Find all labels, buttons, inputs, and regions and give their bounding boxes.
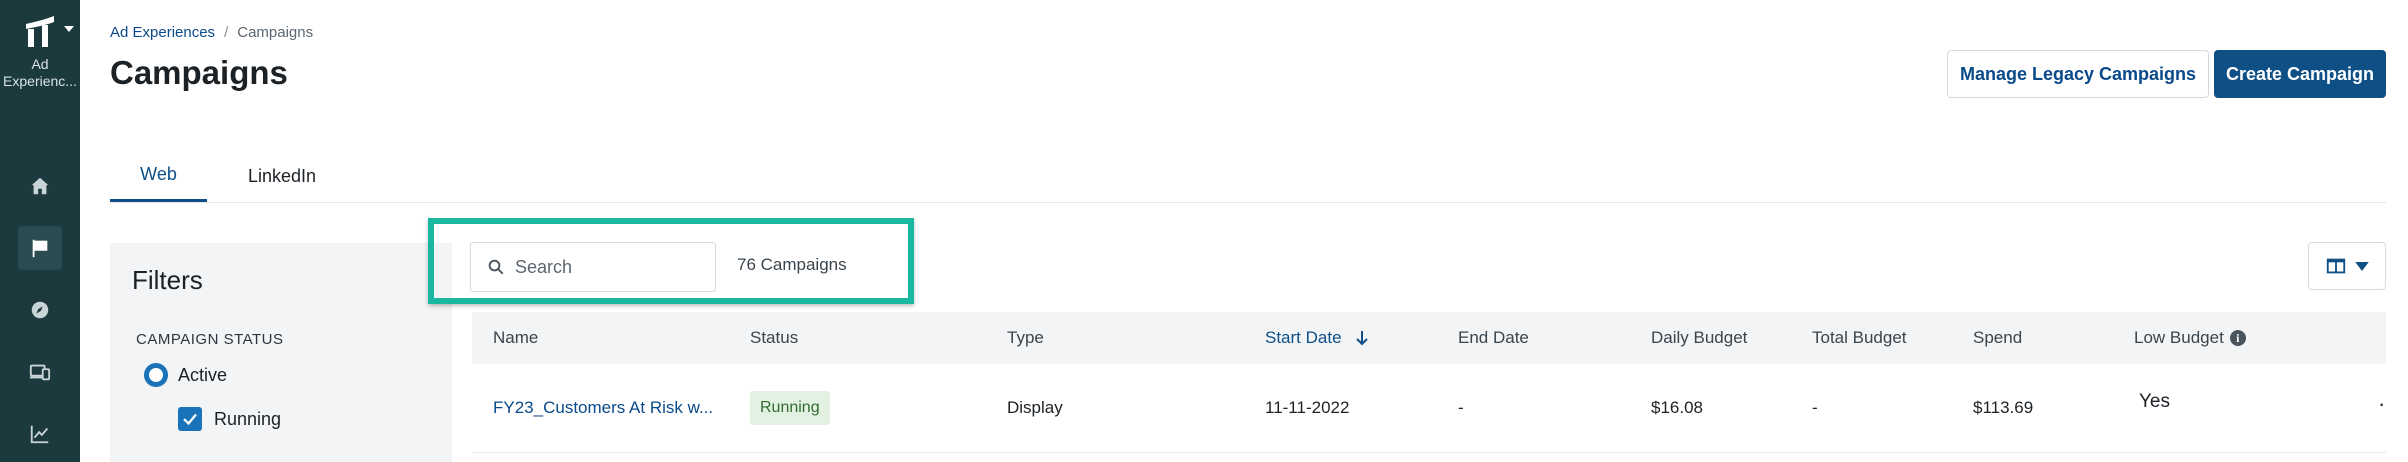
app-rail: Ad Experienc... <box>0 0 80 462</box>
checkmark-icon <box>183 413 197 426</box>
sort-descending-icon <box>1355 331 1368 346</box>
rail-item-campaigns[interactable] <box>18 226 62 270</box>
filters-title: Filters <box>132 265 203 295</box>
status-running-option[interactable]: Running <box>178 407 281 431</box>
running-checkbox[interactable] <box>178 407 202 431</box>
column-header-type[interactable]: Type <box>1007 312 1044 364</box>
column-header-name[interactable]: Name <box>493 312 538 364</box>
campaign-status-heading: CAMPAIGN STATUS <box>136 331 284 348</box>
app-label-line1: Ad <box>31 56 49 72</box>
table-row[interactable]: FY23_Customers At Risk w... Running Disp… <box>472 364 2386 453</box>
app-logo-icon[interactable] <box>22 14 58 50</box>
tab-web[interactable]: Web <box>110 150 207 202</box>
cell-daily-budget: $16.08 <box>1651 398 1703 417</box>
cell-type: Display <box>1007 398 1063 417</box>
flag-icon <box>32 239 48 258</box>
info-icon[interactable]: i <box>2229 330 2246 346</box>
cell-status: Running <box>750 364 830 452</box>
column-header-spend[interactable]: Spend <box>1973 312 2022 364</box>
chevron-down-icon <box>2355 261 2369 271</box>
app-label-line2: Experienc... <box>3 73 77 89</box>
breadcrumb-link-ad-experiences[interactable]: Ad Experiences <box>110 24 215 41</box>
start-date-label: Start Date <box>1265 328 1342 347</box>
home-icon <box>31 177 49 195</box>
breadcrumb-separator: / <box>224 24 229 41</box>
breadcrumb: Ad Experiences / Campaigns <box>110 24 313 41</box>
create-campaign-button[interactable]: Create Campaign <box>2214 50 2386 98</box>
rail-item-devices[interactable] <box>18 350 62 394</box>
chart-icon <box>30 425 49 444</box>
manage-legacy-campaigns-button[interactable]: Manage Legacy Campaigns <box>1947 50 2209 98</box>
columns-icon <box>2326 258 2346 274</box>
column-header-low-budget[interactable]: Low Budget i <box>2134 312 2246 364</box>
running-checkbox-label: Running <box>214 408 282 429</box>
low-budget-label: Low Budget <box>2134 328 2224 347</box>
column-settings-button[interactable] <box>2308 242 2386 290</box>
app-switcher-label[interactable]: Ad Experienc... <box>0 56 80 90</box>
column-header-daily-budget[interactable]: Daily Budget <box>1651 312 1747 364</box>
search-input[interactable] <box>513 255 707 279</box>
search-field[interactable] <box>470 242 716 292</box>
campaign-name-link[interactable]: FY23_Customers At Risk w... <box>493 398 713 418</box>
cell-end-date: - <box>1458 398 1464 417</box>
cell-spend: $113.69 <box>1973 398 2034 417</box>
app-switcher-chevron-icon[interactable] <box>64 26 74 32</box>
rail-item-analytics[interactable] <box>18 412 62 456</box>
rail-item-explore[interactable] <box>18 288 62 332</box>
tab-linkedin[interactable]: LinkedIn <box>227 150 337 202</box>
campaign-count: 76 Campaigns <box>737 255 847 274</box>
table-header: Name Status Type Start Date End Date Dai… <box>472 312 2386 364</box>
cell-name: FY23_Customers At Risk w... <box>493 364 713 452</box>
cell-start-date: 11-11-2022 <box>1265 398 1350 417</box>
channel-tabs: Web LinkedIn <box>110 150 2386 203</box>
rail-item-home[interactable] <box>18 164 62 208</box>
column-header-end-date[interactable]: End Date <box>1458 312 1529 364</box>
column-header-total-budget[interactable]: Total Budget <box>1812 312 1907 364</box>
devices-icon <box>29 364 51 381</box>
status-active-option[interactable]: Active <box>144 363 227 387</box>
cell-low-budget: Yes <box>2139 391 2170 412</box>
search-icon <box>488 259 504 275</box>
breadcrumb-current: Campaigns <box>237 24 314 41</box>
filters-panel: Filters CAMPAIGN STATUS Active Running <box>110 243 452 462</box>
active-radio-label: Active <box>178 364 228 385</box>
active-radio[interactable] <box>144 363 168 387</box>
column-header-start-date[interactable]: Start Date <box>1265 312 1368 364</box>
column-header-status[interactable]: Status <box>750 312 798 364</box>
status-badge: Running <box>750 391 830 425</box>
cell-total-budget: - <box>1812 398 1818 417</box>
compass-icon <box>31 301 49 319</box>
page-title: Campaigns <box>110 54 288 91</box>
row-actions-button[interactable]: · <box>2378 360 2385 448</box>
